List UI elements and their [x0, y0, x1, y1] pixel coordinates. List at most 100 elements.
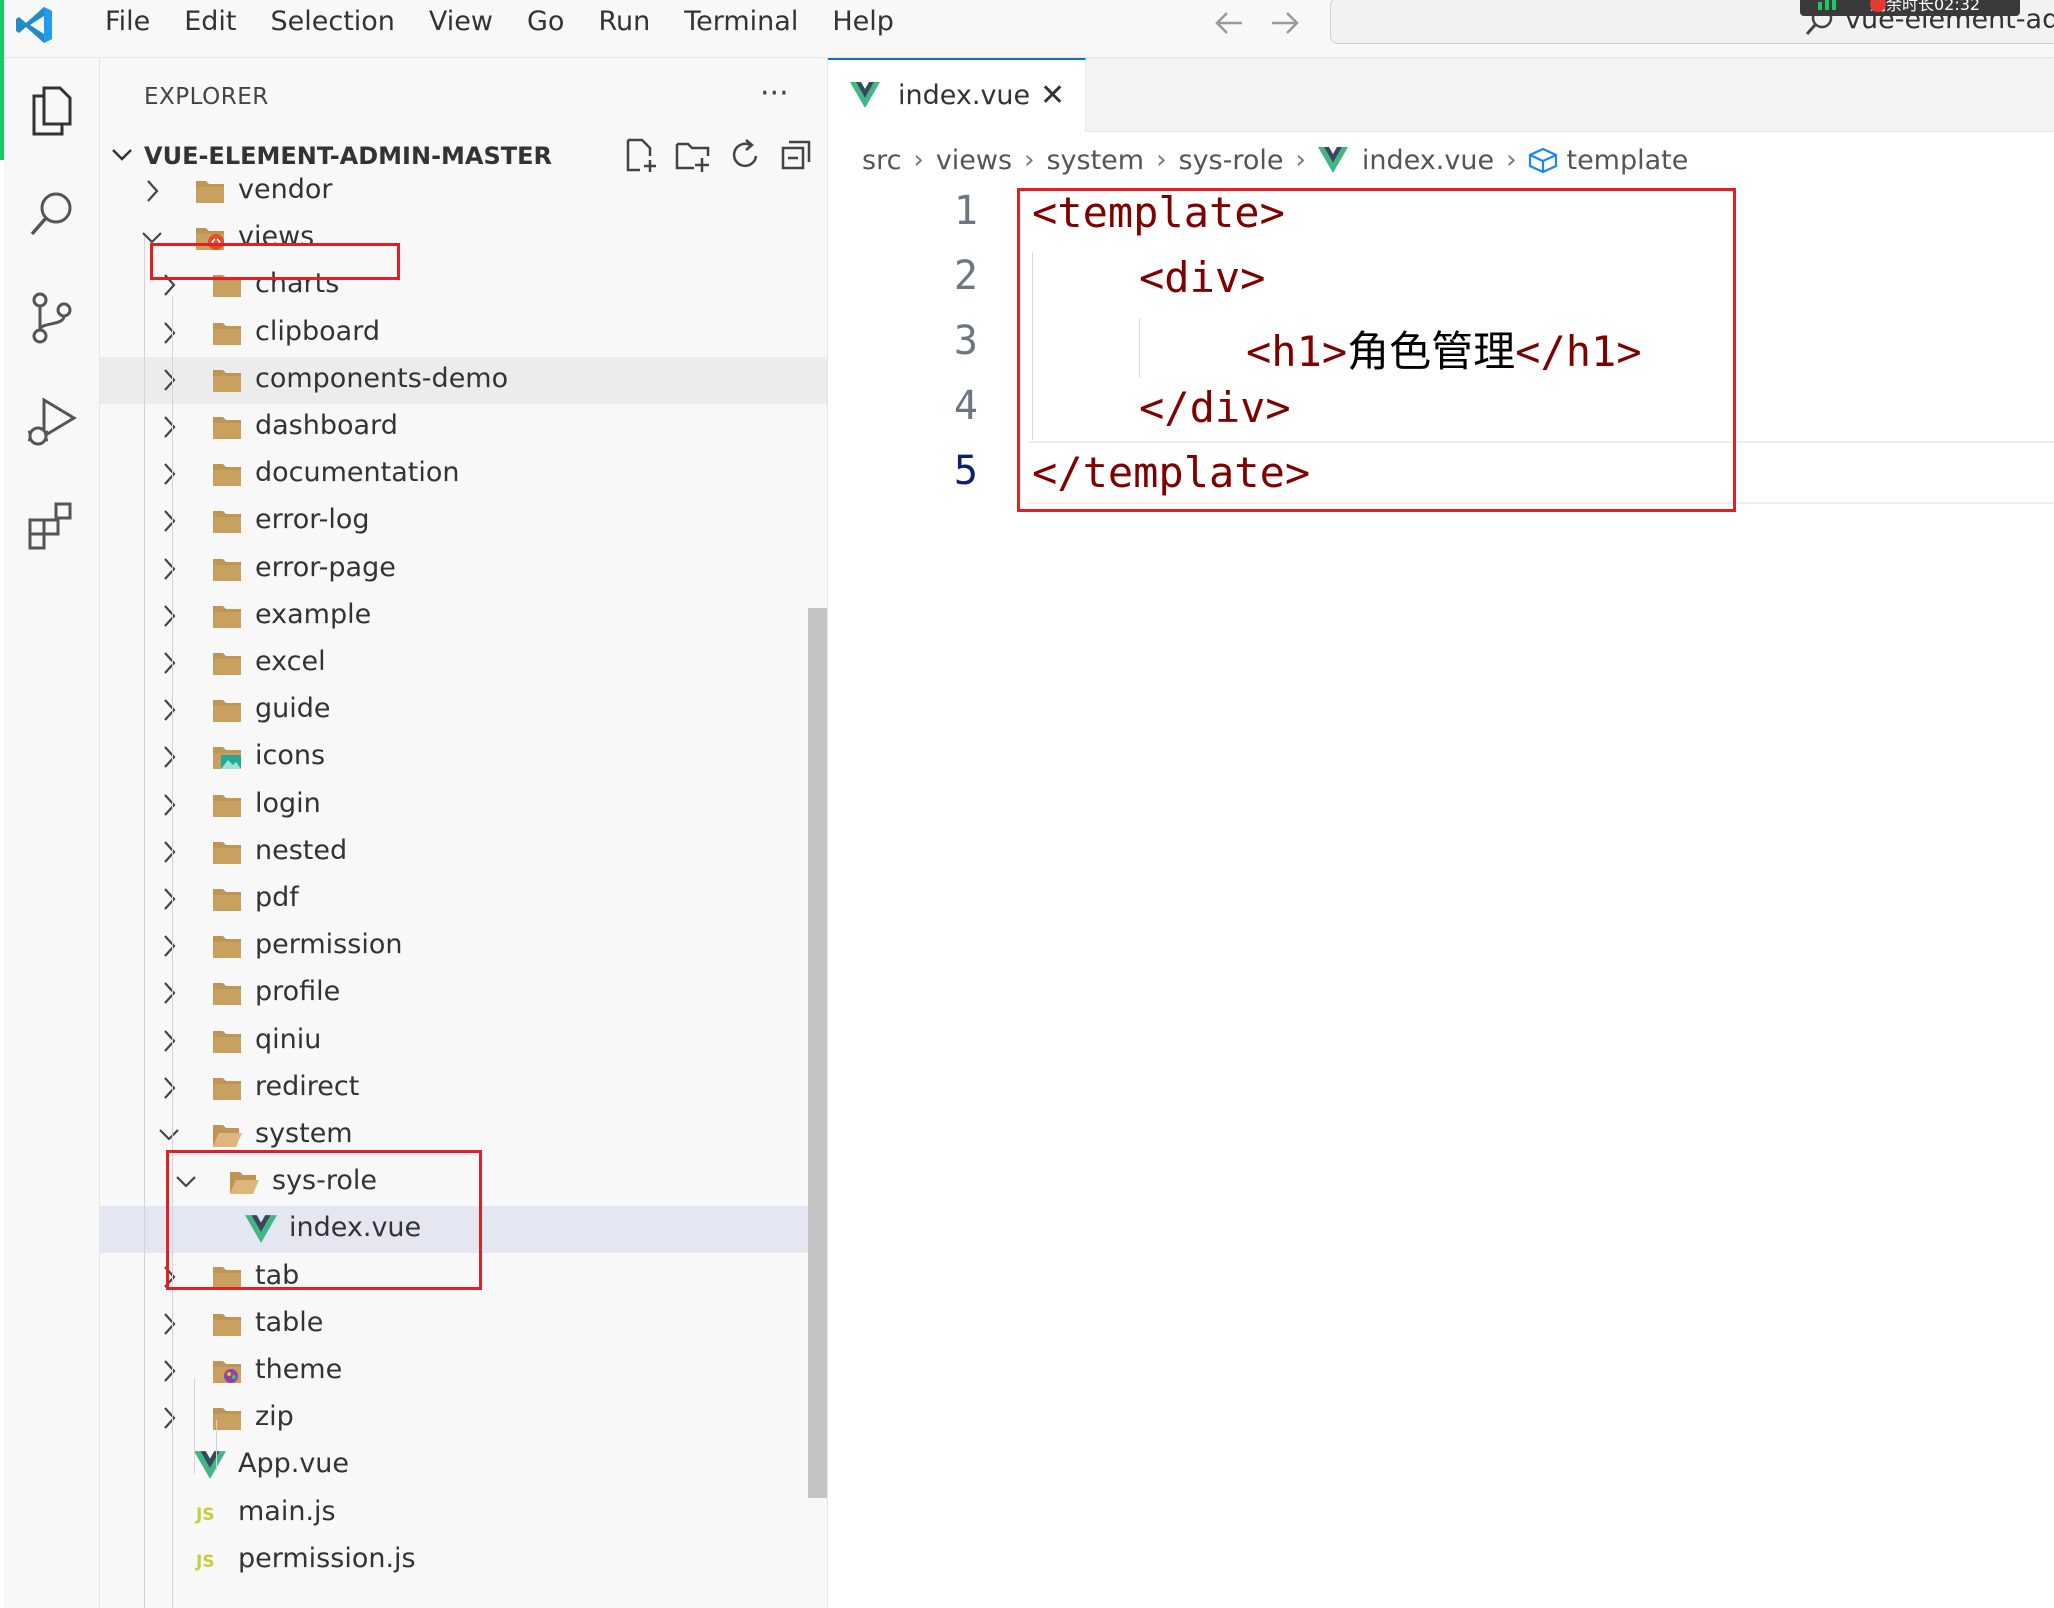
js-file-icon: JS	[195, 1552, 215, 1572]
tree-item-theme[interactable]: theme	[100, 1348, 827, 1395]
chevron-right-icon	[147, 180, 159, 202]
menu-file[interactable]: File	[88, 0, 167, 44]
folder-icon	[213, 605, 241, 628]
chevron-right-icon	[164, 652, 176, 674]
tab-index-vue[interactable]: index.vue ✕	[828, 58, 1086, 132]
menu-view[interactable]: View	[412, 0, 510, 44]
folder-icon	[213, 511, 241, 534]
close-icon[interactable]: ✕	[1040, 78, 1065, 113]
tree-item-error-log[interactable]: error-log	[100, 498, 827, 545]
tree-item-label: permission.js	[238, 1542, 416, 1574]
activity-bar	[4, 58, 100, 1608]
tree-item-label: error-log	[255, 504, 370, 536]
chevron-right-icon	[164, 416, 176, 438]
annotation-box-code	[1017, 188, 1736, 512]
tree-item-pdf[interactable]: pdf	[100, 876, 827, 923]
chevron-right-icon: ›	[1295, 145, 1306, 175]
chevron-right-icon	[164, 746, 176, 769]
tree-item-permission[interactable]: permission	[100, 923, 827, 970]
chevron-right-icon: ›	[1024, 145, 1035, 175]
tree-item-vendor[interactable]: vendor	[100, 168, 827, 215]
search-icon[interactable]	[22, 184, 82, 244]
signal-bars-icon	[1818, 0, 1836, 10]
tree-item-login[interactable]: login	[100, 782, 827, 829]
tree-item-label: profile	[255, 976, 341, 1008]
tree-item-permission-js[interactable]: JS permission.js	[100, 1537, 827, 1584]
folder-icon	[213, 558, 241, 581]
tree-item-label: components-demo	[255, 362, 509, 394]
tree-indent-guide	[194, 1378, 195, 1474]
extensions-icon[interactable]	[22, 496, 82, 556]
breadcrumb-item[interactable]: index.vue	[1362, 145, 1494, 176]
folder-icon	[213, 841, 241, 864]
tree-item-label: documentation	[255, 457, 460, 489]
folder-icon	[213, 747, 241, 770]
folder-icon	[213, 889, 241, 911]
breadcrumb-item[interactable]: views	[936, 145, 1012, 176]
workspace-name: VUE-ELEMENT-ADMIN-MASTER	[144, 142, 553, 170]
breadcrumb-item[interactable]: src	[862, 145, 901, 176]
explorer-icon[interactable]	[22, 80, 82, 140]
tree-item-dashboard[interactable]: dashboard	[100, 404, 827, 451]
chevron-right-icon	[164, 463, 176, 485]
menu-terminal[interactable]: Terminal	[667, 0, 815, 44]
chevron-right-icon	[164, 510, 176, 533]
breadcrumb-item[interactable]: template	[1566, 145, 1688, 176]
menu-edit[interactable]: Edit	[167, 0, 253, 44]
tree-item-components-demo[interactable]: components-demo	[100, 356, 827, 404]
forward-arrow-icon[interactable]	[1270, 10, 1300, 36]
breadcrumb-item[interactable]: sys-role	[1179, 145, 1284, 176]
tree-item-qiniu[interactable]: qiniu	[100, 1018, 827, 1065]
tree-item-profile[interactable]: profile	[100, 970, 827, 1017]
chevron-down-icon	[112, 149, 132, 161]
tree-item-label: main.js	[238, 1495, 336, 1527]
tree-item-error-page[interactable]: error-page	[100, 546, 827, 593]
tree-item-label: login	[255, 787, 321, 819]
chevron-right-icon	[164, 935, 176, 957]
more-actions-button[interactable]: ···	[760, 76, 789, 111]
breadcrumb: src › views › system › sys-role › index.…	[862, 138, 1688, 182]
tree-item-icons[interactable]: icons	[100, 734, 827, 781]
line-number: 4	[953, 383, 978, 429]
tree-item-app-vue[interactable]: App.vue	[100, 1442, 827, 1489]
menu-selection[interactable]: Selection	[253, 0, 411, 44]
folder-icon	[213, 1030, 241, 1053]
tree-item-redirect[interactable]: redirect	[100, 1065, 827, 1112]
chevron-right-icon	[164, 1313, 176, 1335]
sidebar-scrollbar[interactable]	[808, 608, 827, 1498]
tree-item-label: system	[255, 1118, 353, 1149]
chevron-right-icon: ›	[1506, 145, 1517, 175]
tree-item-label: excel	[255, 646, 326, 677]
tree-item-table[interactable]: table	[100, 1301, 827, 1348]
tree-item-example[interactable]: example	[100, 593, 827, 640]
tree-item-nested[interactable]: nested	[100, 829, 827, 876]
chevron-right-icon	[164, 982, 176, 1005]
back-arrow-icon[interactable]	[1214, 10, 1244, 36]
js-file-icon: JS	[195, 1505, 215, 1525]
tree-item-label: permission	[255, 929, 403, 961]
tree-item-excel[interactable]: excel	[100, 640, 827, 687]
explorer-sidebar: EXPLORER ··· VUE-ELEMENT-ADMIN-MASTER ve…	[100, 58, 828, 1608]
line-number: 3	[953, 318, 978, 364]
chevron-right-icon	[164, 699, 176, 721]
tree-item-main-js[interactable]: JS main.js	[100, 1490, 827, 1537]
tab-label: index.vue	[898, 80, 1031, 111]
folder-icon	[213, 369, 241, 392]
menu-run[interactable]: Run	[581, 0, 667, 44]
menu-go[interactable]: Go	[510, 0, 581, 44]
breadcrumb-item[interactable]: system	[1046, 145, 1144, 176]
source-control-icon[interactable]	[22, 288, 82, 348]
tree-item-documentation[interactable]: documentation	[100, 451, 827, 498]
chevron-right-icon	[164, 557, 176, 580]
tree-item-guide[interactable]: guide	[100, 687, 827, 734]
chevron-right-icon: ›	[1156, 145, 1167, 175]
folder-open-icon	[213, 1125, 242, 1147]
vscode-logo-icon	[16, 7, 52, 43]
menu-bar: File Edit Selection View Go Run Terminal…	[88, 0, 911, 44]
tree-item-label: pdf	[255, 882, 299, 913]
tree-item-zip[interactable]: zip	[100, 1395, 827, 1442]
tree-item-clipboard[interactable]: clipboard	[100, 310, 827, 357]
folder-icon	[213, 653, 241, 675]
menu-help[interactable]: Help	[815, 0, 911, 44]
run-debug-icon[interactable]	[22, 392, 82, 452]
